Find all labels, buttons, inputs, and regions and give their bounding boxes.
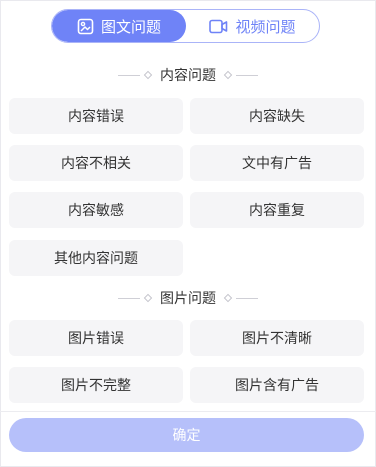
diamond-icon xyxy=(143,293,153,303)
divider-line xyxy=(118,297,140,299)
video-icon xyxy=(209,19,228,34)
tab-video[interactable]: 视频问题 xyxy=(186,10,319,42)
tab-video-label: 视频问题 xyxy=(235,17,296,36)
footer-divider xyxy=(0,411,376,412)
option-content-sensitive[interactable]: 内容敏感 xyxy=(9,192,183,228)
option-content-irrelevant[interactable]: 内容不相关 xyxy=(9,145,183,181)
diamond-icon xyxy=(223,293,233,303)
tab-image-text-label: 图文问题 xyxy=(100,17,161,36)
option-content-error[interactable]: 内容错误 xyxy=(9,98,183,134)
section-title-image: 图片问题 xyxy=(160,291,216,307)
divider-line xyxy=(236,74,258,76)
section-title-content: 内容问题 xyxy=(160,68,216,84)
option-content-ads[interactable]: 文中有广告 xyxy=(190,145,364,181)
section-header-image: 图片问题 xyxy=(0,288,376,308)
divider-line xyxy=(236,297,258,299)
option-content-other[interactable]: 其他内容问题 xyxy=(9,240,183,276)
option-image-incomplete[interactable]: 图片不完整 xyxy=(9,367,183,403)
option-image-ads[interactable]: 图片含有广告 xyxy=(190,367,364,403)
divider-line xyxy=(118,74,140,76)
option-content-duplicate[interactable]: 内容重复 xyxy=(190,192,364,228)
option-image-unclear[interactable]: 图片不清晰 xyxy=(190,320,364,356)
section-header-content: 内容问题 xyxy=(0,65,376,85)
diamond-icon xyxy=(223,70,233,80)
question-type-tabs: 图文问题 视频问题 xyxy=(51,9,320,43)
image-text-icon xyxy=(77,18,94,35)
confirm-button[interactable]: 确定 xyxy=(9,418,364,452)
tab-image-text[interactable]: 图文问题 xyxy=(52,10,186,42)
option-image-error[interactable]: 图片错误 xyxy=(9,320,183,356)
diamond-icon xyxy=(143,70,153,80)
option-content-missing[interactable]: 内容缺失 xyxy=(190,98,364,134)
